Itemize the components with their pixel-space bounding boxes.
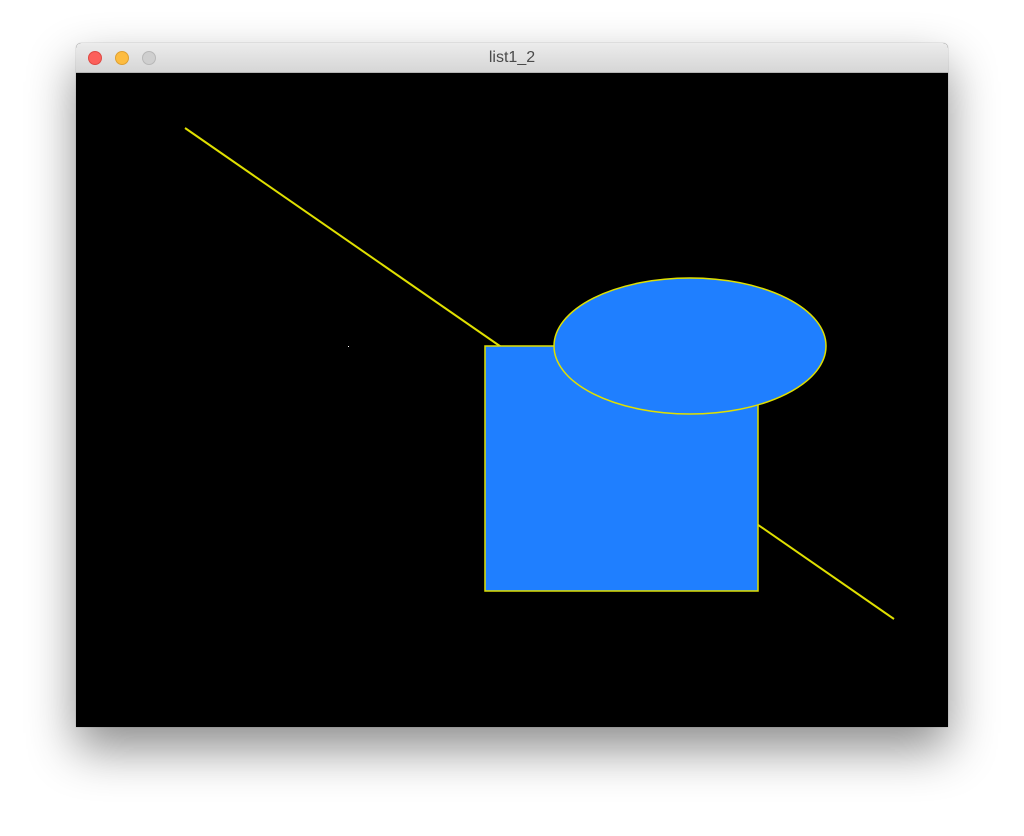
point-marker	[348, 346, 349, 347]
window-title: list1_2	[488, 49, 536, 66]
app-window: list1_2	[76, 43, 948, 727]
filled-ellipse	[553, 277, 827, 415]
title-bar[interactable]: list1_2	[76, 43, 948, 73]
drawing-surface	[76, 73, 948, 727]
desktop: list1_2	[0, 0, 1024, 836]
drawing-canvas[interactable]	[76, 73, 948, 727]
